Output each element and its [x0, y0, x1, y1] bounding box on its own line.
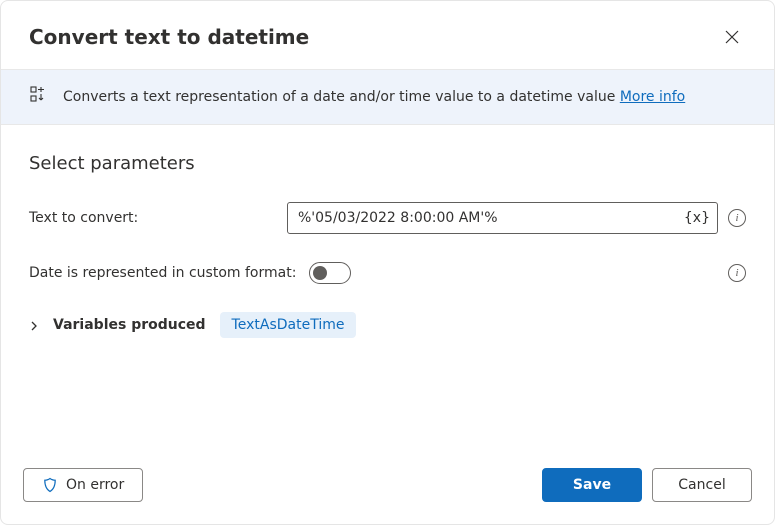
variable-badge[interactable]: TextAsDateTime: [220, 312, 357, 338]
dialog-title: Convert text to datetime: [29, 25, 309, 49]
variable-picker-icon[interactable]: {x}: [684, 210, 710, 226]
toggle-knob: [313, 266, 327, 280]
custom-format-label: Date is represented in custom format:: [29, 265, 309, 281]
custom-format-row: Date is represented in custom format: i: [29, 262, 746, 284]
dialog-container: Convert text to datetime Converts a text…: [0, 0, 775, 525]
on-error-button[interactable]: On error: [23, 468, 143, 502]
variables-produced-label: Variables produced: [53, 317, 206, 333]
info-banner: Converts a text representation of a date…: [1, 69, 774, 125]
close-button[interactable]: [718, 23, 746, 51]
shield-icon: [42, 477, 58, 493]
custom-format-toggle[interactable]: [309, 262, 351, 284]
dialog-header: Convert text to datetime: [1, 1, 774, 69]
cancel-button[interactable]: Cancel: [652, 468, 752, 502]
on-error-label: On error: [66, 477, 124, 493]
dialog-content: Select parameters Text to convert: {x} i…: [1, 125, 774, 450]
input-wrapper: {x}: [287, 202, 718, 234]
dialog-footer: On error Save Cancel: [1, 450, 774, 524]
action-icon: [29, 86, 47, 108]
text-to-convert-input[interactable]: [287, 202, 718, 234]
save-button[interactable]: Save: [542, 468, 642, 502]
save-label: Save: [573, 477, 611, 493]
info-icon[interactable]: i: [728, 264, 746, 282]
info-icon[interactable]: i: [728, 209, 746, 227]
close-icon: [725, 30, 739, 44]
variables-produced-row: Variables produced TextAsDateTime: [29, 312, 746, 338]
chevron-right-icon[interactable]: [29, 316, 39, 335]
more-info-link[interactable]: More info: [620, 89, 685, 105]
cancel-label: Cancel: [678, 477, 725, 493]
banner-text: Converts a text representation of a date…: [63, 89, 685, 105]
text-to-convert-label: Text to convert:: [29, 210, 287, 226]
section-title: Select parameters: [29, 153, 746, 174]
text-to-convert-row: Text to convert: {x} i: [29, 202, 746, 234]
